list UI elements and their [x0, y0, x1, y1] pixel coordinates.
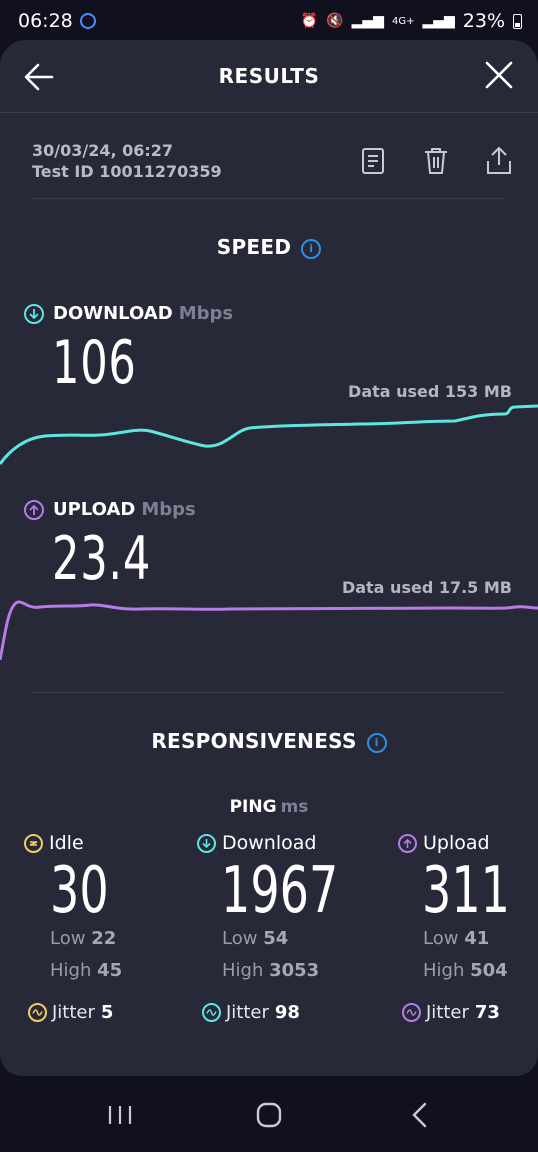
- download-ping-label-text: Download: [222, 832, 317, 854]
- download-low-label: Low: [222, 928, 258, 949]
- download-high-value: 3053: [269, 960, 320, 981]
- upload-graph: [0, 600, 538, 661]
- status-time: 06:28: [18, 10, 73, 32]
- test-id: Test ID 10011270359: [32, 162, 222, 181]
- upload-label: UPLOAD Mbps: [24, 499, 196, 520]
- idle-jitter-icon: [28, 1003, 47, 1022]
- back-nav-icon[interactable]: [400, 1098, 440, 1132]
- download-arrow-icon: [24, 303, 44, 324]
- upload-low-value: 41: [464, 928, 490, 949]
- upload-arrow-icon: [24, 499, 44, 520]
- upload-speed-value: 23.4: [52, 524, 152, 594]
- download-jitter-value: 98: [274, 1002, 300, 1023]
- idle-low: Low 22: [50, 928, 131, 956]
- system-nav-bar: [0, 1076, 538, 1152]
- speed-section-title: SPEED i: [0, 235, 538, 259]
- upload-jitter-icon: [402, 1003, 421, 1022]
- download-ping-high: High 3053: [222, 960, 384, 988]
- test-date: 30/03/24, 06:27: [32, 141, 174, 160]
- ping-upload-column: Upload 311 Low 41 High 504: [398, 832, 538, 988]
- network-type: 4G+: [391, 15, 415, 27]
- download-ping-label: Download: [197, 832, 384, 854]
- test-meta: 30/03/24, 06:27 Test ID 10011270359: [32, 140, 222, 182]
- download-high-label: High: [222, 960, 264, 981]
- upload-jitter: Jitter 73: [402, 1002, 500, 1023]
- ping-download-column: Download 1967 Low 54 High 3053: [197, 832, 384, 988]
- speed-title: SPEED: [216, 235, 292, 259]
- upload-high-label: High: [423, 960, 465, 981]
- download-ping-value: 1967: [221, 854, 339, 928]
- recent-apps-icon[interactable]: [100, 1098, 140, 1132]
- battery-percent: 23%: [462, 10, 505, 32]
- ping-unit: ms: [280, 797, 309, 817]
- upload-label-text: UPLOAD: [53, 499, 136, 520]
- idle-label-text: Idle: [49, 832, 84, 854]
- download-label-text: DOWNLOAD: [53, 303, 173, 324]
- ping-idle-column: Idle 30 Low 22 High 45: [24, 832, 131, 988]
- details-icon[interactable]: [358, 144, 388, 178]
- upload-ping-low: Low 41: [423, 928, 538, 956]
- meta-divider: [32, 198, 504, 199]
- upload-low-label: Low: [423, 928, 459, 949]
- upload-ping-high: High 504: [423, 960, 538, 988]
- idle-high-label: High: [50, 960, 92, 981]
- idle-low-value: 22: [91, 928, 117, 949]
- status-bar: 06:28 ⏰ 🔇 ▂▄▆ 4G+ ▂▄▆ 23%: [0, 0, 538, 44]
- download-speed-value: 106: [52, 328, 137, 398]
- download-data-used: Data used 153 MB: [348, 382, 512, 401]
- idle-bolt-icon: [24, 833, 43, 853]
- download-jitter-icon: [202, 1003, 221, 1022]
- idle-jitter: Jitter 5: [28, 1002, 113, 1023]
- download-label: DOWNLOAD Mbps: [24, 303, 233, 324]
- signal-strength-icon: ▂▄▆: [422, 13, 455, 29]
- top-bar: RESULTS: [0, 40, 538, 112]
- share-icon[interactable]: [484, 144, 514, 178]
- idle-jitter-value: 5: [100, 1002, 114, 1023]
- ping-label: PING: [229, 797, 277, 817]
- battery-icon: [513, 13, 522, 29]
- status-icons: ⏰ 🔇 ▂▄▆ 4G+ ▂▄▆ 23%: [301, 10, 522, 32]
- alarm-icon: ⏰: [300, 13, 319, 29]
- app-notification-icon: [80, 13, 96, 29]
- upload-ping-value: 311: [422, 854, 510, 928]
- upload-ping-icon: [398, 833, 417, 853]
- signal-icon: ▂▄▆: [351, 13, 384, 29]
- responsiveness-info-icon[interactable]: i: [366, 733, 387, 753]
- mute-icon: 🔇: [326, 13, 344, 29]
- download-graph: [0, 404, 538, 465]
- results-sheet: RESULTS 30/03/24, 06:27 Test ID 10011270…: [0, 40, 538, 1076]
- idle-jitter-label: Jitter: [52, 1002, 95, 1023]
- idle-low-label: Low: [50, 928, 86, 949]
- download-ping-low: Low 54: [222, 928, 384, 956]
- upload-unit: Mbps: [141, 499, 196, 520]
- responsiveness-title: RESPONSIVENESS: [151, 729, 357, 753]
- speed-divider: [32, 692, 504, 693]
- upload-jitter-label: Jitter: [426, 1002, 469, 1023]
- header-divider: [0, 112, 538, 113]
- download-jitter-label: Jitter: [226, 1002, 269, 1023]
- upload-ping-label-text: Upload: [423, 832, 490, 854]
- speed-info-icon[interactable]: i: [301, 239, 322, 259]
- close-icon[interactable]: [484, 60, 514, 90]
- idle-label: Idle: [24, 832, 131, 854]
- ping-title: PING ms: [0, 797, 538, 817]
- download-ping-icon: [197, 833, 216, 853]
- upload-high-value: 504: [470, 960, 508, 981]
- idle-high: High 45: [50, 960, 131, 988]
- home-icon[interactable]: [249, 1098, 289, 1132]
- idle-high-value: 45: [97, 960, 123, 981]
- download-unit: Mbps: [178, 303, 234, 324]
- upload-ping-label: Upload: [398, 832, 538, 854]
- download-jitter: Jitter 98: [202, 1002, 300, 1023]
- idle-ping-value: 30: [50, 854, 109, 928]
- page-title: RESULTS: [218, 64, 320, 88]
- upload-jitter-value: 73: [474, 1002, 500, 1023]
- responsiveness-section-title: RESPONSIVENESS i: [0, 729, 538, 753]
- delete-icon[interactable]: [421, 144, 451, 178]
- download-low-value: 54: [263, 928, 289, 949]
